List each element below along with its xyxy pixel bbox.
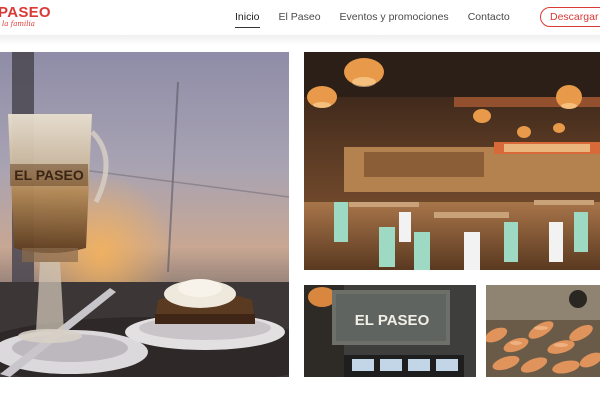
restaurant-interior-image xyxy=(304,52,600,270)
food-image xyxy=(486,285,600,377)
nav-item-el-paseo[interactable]: El Paseo xyxy=(279,11,321,23)
brand-logo[interactable]: PASEO la familia xyxy=(0,5,51,28)
coffee-dessert-photo[interactable]: EL PASEO xyxy=(0,52,289,377)
coffee-dessert-image: EL PASEO xyxy=(0,52,289,377)
nav-item-inicio[interactable]: Inicio xyxy=(235,11,260,28)
restaurant-interior-photo[interactable] xyxy=(304,52,600,270)
storefront-sign-text: EL PASEO xyxy=(355,312,430,329)
download-button[interactable]: Descargar c xyxy=(540,7,600,27)
brand-name[interactable]: PASEO xyxy=(0,5,51,20)
nav-item-contacto[interactable]: Contacto xyxy=(468,11,510,23)
site-header: PASEO la familia Inicio El Paseo Eventos… xyxy=(0,0,600,35)
food-photo[interactable] xyxy=(486,285,600,377)
cup-logo-text: EL PASEO xyxy=(14,167,84,183)
storefront-sign-photo[interactable]: EL PASEO xyxy=(304,285,476,377)
brand-tagline: la familia xyxy=(2,20,35,28)
header-divider xyxy=(0,35,600,45)
nav-item-eventos[interactable]: Eventos y promociones xyxy=(340,11,449,23)
main-nav: Inicio El Paseo Eventos y promociones Co… xyxy=(235,11,529,28)
storefront-sign-image: EL PASEO xyxy=(304,285,476,377)
